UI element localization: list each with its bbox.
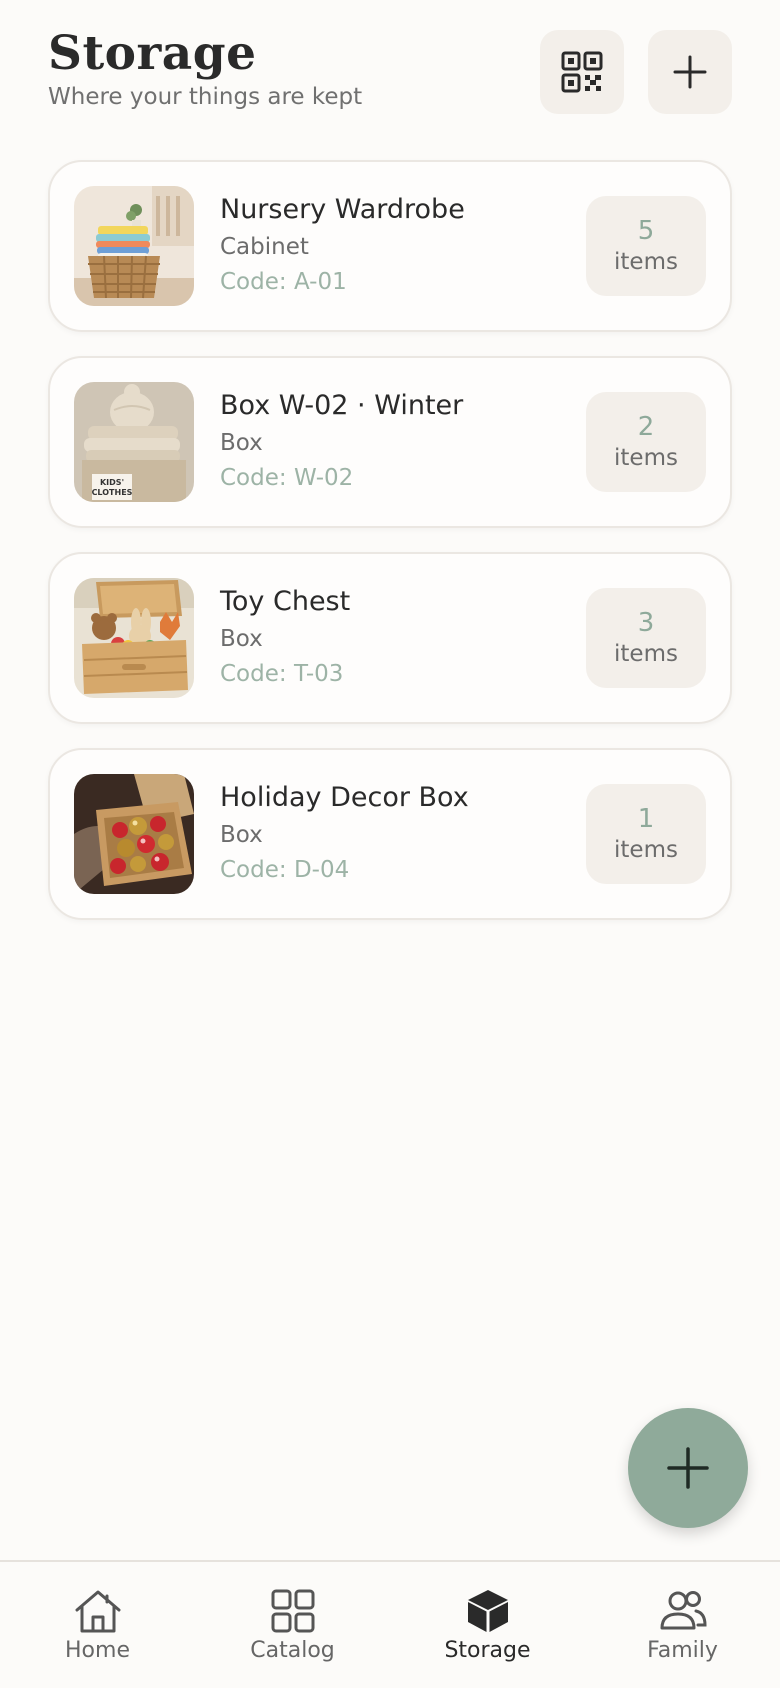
- nav-storage-label: Storage: [444, 1638, 531, 1663]
- storage-info: Box W-02 · Winter Box Code: W-02: [220, 388, 463, 494]
- storage-code: Code: A-01: [220, 269, 347, 295]
- ornament-box-image: [74, 774, 194, 894]
- storage-type: Cabinet: [220, 234, 309, 260]
- storage-type: Box: [220, 822, 263, 848]
- toy-chest-image: [74, 578, 194, 698]
- storage-name: Nursery Wardrobe: [220, 194, 465, 225]
- box-label-line1: KIDS': [100, 478, 124, 487]
- page-subtitle: Where your things are kept: [48, 84, 363, 110]
- storage-type: Box: [220, 626, 263, 652]
- item-count: 5: [637, 216, 655, 246]
- box-icon: [467, 1590, 508, 1632]
- nav-family[interactable]: Family: [585, 1588, 780, 1663]
- storage-code: Code: W-02: [220, 465, 354, 491]
- item-count-unit: items: [614, 249, 678, 275]
- nav-storage[interactable]: Storage: [390, 1588, 585, 1663]
- storage-card-toy-chest[interactable]: Toy Chest Box Code: T-03 3 items: [48, 552, 732, 724]
- storage-list: Nursery Wardrobe Cabinet Code: A-01 5 it…: [48, 160, 732, 944]
- plus-icon: [673, 55, 707, 89]
- storage-card-nursery-wardrobe[interactable]: Nursery Wardrobe Cabinet Code: A-01 5 it…: [48, 160, 732, 332]
- item-count-badge: 5 items: [586, 196, 706, 296]
- storage-info: Nursery Wardrobe Cabinet Code: A-01: [220, 192, 465, 298]
- storage-name: Toy Chest: [220, 586, 351, 617]
- folded-clothes-basket-image: [74, 186, 194, 306]
- storage-info: Toy Chest Box Code: T-03: [220, 584, 350, 690]
- storage-name: Box W-02 · Winter: [220, 390, 464, 421]
- storage-thumbnail: KIDS' CLOTHES: [74, 382, 194, 502]
- storage-code: Code: D-04: [220, 857, 350, 883]
- page-header: Storage Where your things are kept: [48, 26, 732, 126]
- item-count: 3: [637, 608, 655, 638]
- storage-name: Holiday Decor Box: [220, 782, 469, 813]
- item-count-badge: 3 items: [586, 588, 706, 688]
- plus-icon: [667, 1447, 709, 1489]
- item-count: 2: [637, 412, 655, 442]
- scan-qr-button[interactable]: [540, 30, 624, 114]
- item-count-unit: items: [614, 641, 678, 667]
- storage-card-holiday-decor-box[interactable]: Holiday Decor Box Box Code: D-04 1 items: [48, 748, 732, 920]
- storage-type: Box: [220, 430, 263, 456]
- storage-code: Code: T-03: [220, 661, 344, 687]
- page-title: Storage: [48, 26, 257, 81]
- storage-thumbnail: [74, 186, 194, 306]
- nav-catalog[interactable]: Catalog: [195, 1588, 390, 1663]
- home-icon: [75, 1590, 120, 1633]
- nav-catalog-label: Catalog: [250, 1638, 335, 1663]
- storage-card-box-w02[interactable]: KIDS' CLOTHES Box W-02 · Winter Box Code…: [48, 356, 732, 528]
- item-count-unit: items: [614, 837, 678, 863]
- add-storage-button[interactable]: [648, 30, 732, 114]
- grid-icon: [271, 1589, 314, 1633]
- nav-family-label: Family: [647, 1638, 718, 1663]
- nav-home-label: Home: [65, 1638, 130, 1663]
- storage-info: Holiday Decor Box Box Code: D-04: [220, 780, 469, 886]
- item-count-badge: 2 items: [586, 392, 706, 492]
- nav-home[interactable]: Home: [0, 1588, 195, 1663]
- box-label-line2: CLOTHES: [92, 488, 133, 497]
- qr-code-icon: [561, 51, 603, 93]
- storage-thumbnail: [74, 774, 194, 894]
- item-count-unit: items: [614, 445, 678, 471]
- storage-thumbnail: [74, 578, 194, 698]
- item-count-badge: 1 items: [586, 784, 706, 884]
- add-fab-button[interactable]: [628, 1408, 748, 1528]
- knitwear-box-image: KIDS' CLOTHES: [74, 382, 194, 502]
- item-count: 1: [637, 804, 655, 834]
- people-icon: [660, 1591, 707, 1630]
- bottom-navigation: Home Catalog Storage Family: [0, 1560, 780, 1688]
